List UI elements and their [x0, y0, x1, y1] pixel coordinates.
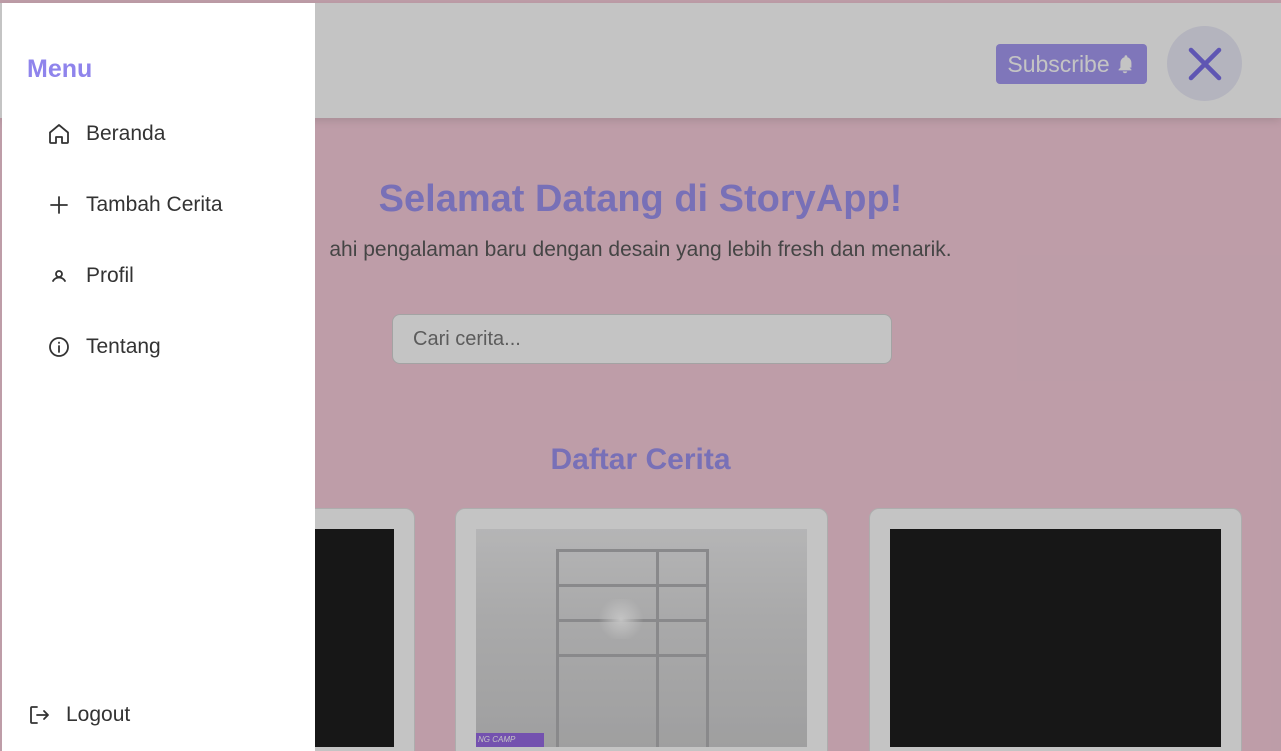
drawer-title: Menu [27, 55, 93, 83]
nav-label: Tambah Cerita [86, 193, 223, 216]
logout-button[interactable]: Logout [27, 700, 130, 730]
info-icon [49, 337, 69, 357]
nav-item-tambah-cerita[interactable]: Tambah Cerita [47, 190, 223, 220]
nav-item-beranda[interactable]: Beranda [47, 119, 165, 149]
home-icon [49, 124, 69, 144]
plus-icon [50, 196, 68, 214]
nav-item-profil[interactable]: Profil [47, 261, 134, 291]
nav-item-tentang[interactable]: Tentang [47, 332, 161, 362]
logout-icon [30, 706, 49, 724]
user-icon [52, 270, 66, 282]
nav-label: Tentang [86, 335, 161, 358]
logout-label: Logout [66, 703, 131, 726]
side-drawer: Menu Beranda Tambah Cerita Profil Tentan… [2, 3, 315, 751]
nav-label: Beranda [86, 122, 166, 145]
nav-label: Profil [86, 264, 134, 287]
